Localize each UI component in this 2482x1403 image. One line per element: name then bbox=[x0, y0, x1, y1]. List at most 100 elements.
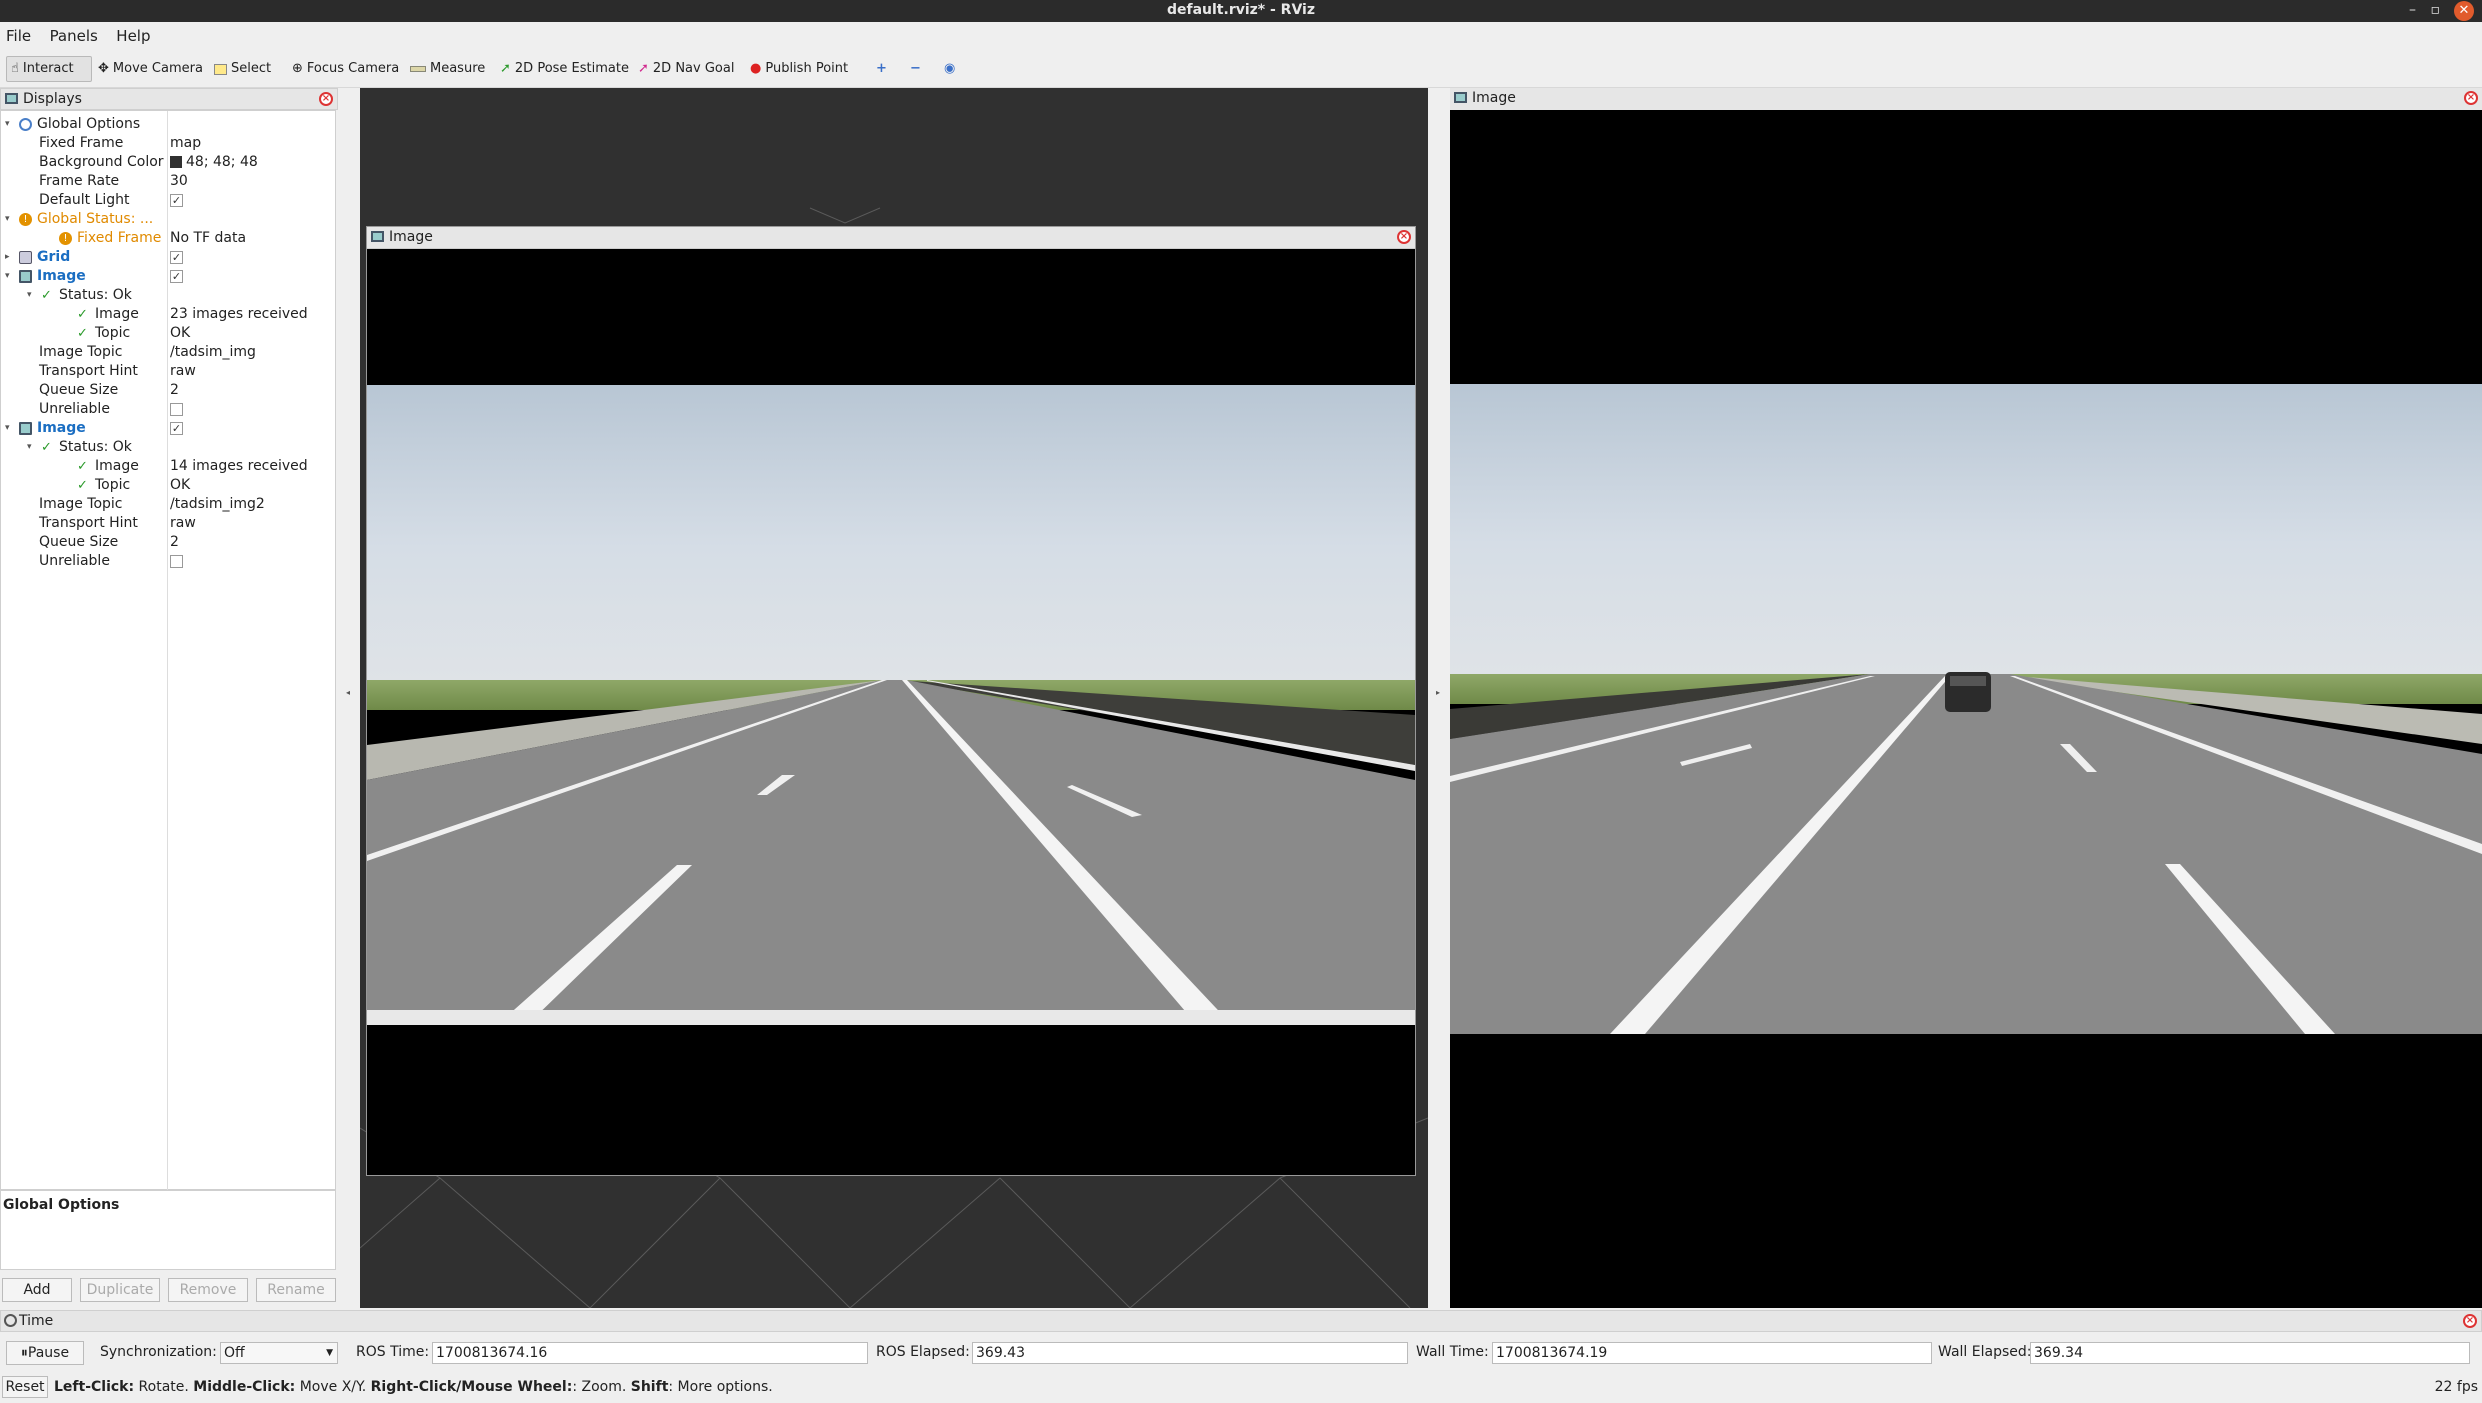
tool-publish-point[interactable]: ● Publish Point bbox=[746, 56, 852, 82]
display-row[interactable]: ▾ Global Options bbox=[1, 115, 335, 134]
ros-time-field[interactable]: 1700813674.16 bbox=[432, 1342, 868, 1364]
splitter-right[interactable]: ▸ bbox=[1428, 88, 1450, 1308]
display-row-value-cell[interactable]: OK bbox=[170, 476, 190, 495]
display-row-value-cell[interactable]: 30 bbox=[170, 172, 188, 191]
display-row-value-cell[interactable]: OK bbox=[170, 324, 190, 343]
display-row-value-cell[interactable]: /tadsim_img bbox=[170, 343, 256, 362]
eye-icon[interactable]: ◉ bbox=[940, 56, 959, 82]
display-row-value-cell[interactable]: 2 bbox=[170, 381, 179, 400]
display-row-value-cell[interactable]: No TF data bbox=[170, 229, 246, 248]
display-row-label: Image Topic bbox=[39, 344, 123, 360]
reset-button[interactable]: Reset bbox=[2, 1376, 48, 1398]
display-row-value-cell[interactable] bbox=[170, 400, 183, 419]
checkbox[interactable] bbox=[170, 554, 183, 568]
display-row-value-cell[interactable]: 48; 48; 48 bbox=[170, 153, 258, 172]
displays-panel-header: Displays × bbox=[0, 88, 338, 110]
plus-icon[interactable]: + bbox=[872, 56, 891, 82]
display-row[interactable]: Unreliable bbox=[1, 552, 335, 571]
display-row[interactable]: ✓ Topic OK bbox=[1, 324, 335, 343]
display-row[interactable]: Fixed Frame map bbox=[1, 134, 335, 153]
display-row[interactable]: Unreliable bbox=[1, 400, 335, 419]
close-panel-icon[interactable]: × bbox=[2464, 91, 2478, 105]
close-panel-icon[interactable]: × bbox=[319, 92, 333, 106]
menu-panels[interactable]: Panels bbox=[50, 27, 98, 45]
expand-arrow-icon[interactable]: ▾ bbox=[5, 115, 10, 134]
display-row-value-cell[interactable]: map bbox=[170, 134, 201, 153]
display-row[interactable]: ✓ Image 23 images received bbox=[1, 305, 335, 324]
display-row-value-cell[interactable] bbox=[170, 552, 183, 571]
display-row-value-cell[interactable]: 2 bbox=[170, 533, 179, 552]
display-row[interactable]: Transport Hint raw bbox=[1, 362, 335, 381]
display-row[interactable]: ▾ ✓ Status: Ok bbox=[1, 438, 335, 457]
tool-2d-pose-estimate[interactable]: ➚ 2D Pose Estimate bbox=[496, 56, 633, 82]
expand-arrow-icon[interactable]: ▾ bbox=[5, 210, 10, 229]
close-panel-icon[interactable]: × bbox=[2463, 1314, 2477, 1328]
render-view-3d[interactable]: Image × bbox=[360, 88, 1428, 1308]
ros-elapsed-field[interactable]: 369.43 bbox=[972, 1342, 1408, 1364]
maximize-icon[interactable]: ▫ bbox=[2431, 0, 2441, 20]
display-row[interactable]: ▾! Global Status: ... bbox=[1, 210, 335, 229]
tool-measure[interactable]: Measure bbox=[406, 56, 489, 82]
display-row-value-cell[interactable]: ✓ bbox=[170, 191, 183, 210]
add-button[interactable]: Add bbox=[2, 1278, 72, 1302]
display-row[interactable]: ! Fixed Frame No TF data bbox=[1, 229, 335, 248]
tool-2d-nav-goal[interactable]: ➚ 2D Nav Goal bbox=[634, 56, 738, 82]
display-row[interactable]: Frame Rate 30 bbox=[1, 172, 335, 191]
display-row-value: 23 images received bbox=[170, 306, 308, 322]
display-row[interactable]: ✓ Image 14 images received bbox=[1, 457, 335, 476]
rename-button[interactable]: Rename bbox=[256, 1278, 336, 1302]
menu-file[interactable]: File bbox=[6, 27, 31, 45]
minimize-icon[interactable]: – bbox=[2409, 0, 2416, 20]
expand-arrow-icon[interactable]: ▾ bbox=[27, 438, 32, 457]
pause-button[interactable]: ⏸Pause bbox=[6, 1341, 84, 1365]
checkbox[interactable]: ✓ bbox=[170, 421, 183, 435]
duplicate-button[interactable]: Duplicate bbox=[80, 1278, 160, 1302]
splitter-left[interactable]: ◂ bbox=[338, 88, 360, 1308]
checkbox[interactable]: ✓ bbox=[170, 193, 183, 207]
tool-move-camera[interactable]: ✥ Move Camera bbox=[94, 56, 207, 82]
display-row[interactable]: Queue Size 2 bbox=[1, 533, 335, 552]
display-row[interactable]: ▾ Image ✓ bbox=[1, 267, 335, 286]
display-row-value-cell[interactable]: ✓ bbox=[170, 267, 183, 286]
display-row-value: 14 images received bbox=[170, 458, 308, 474]
collapse-arrow-icon[interactable]: ▸ bbox=[5, 248, 10, 267]
checkbox[interactable]: ✓ bbox=[170, 269, 183, 283]
display-row-value-cell[interactable]: 14 images received bbox=[170, 457, 308, 476]
display-row[interactable]: Queue Size 2 bbox=[1, 381, 335, 400]
checkbox[interactable] bbox=[170, 402, 183, 416]
display-row[interactable]: Image Topic/tadsim_img2 bbox=[1, 495, 335, 514]
minus-icon[interactable]: − bbox=[906, 56, 925, 82]
display-row[interactable]: Image Topic/tadsim_img bbox=[1, 343, 335, 362]
checkmark-icon: ✓ bbox=[41, 288, 52, 303]
display-row-value-cell[interactable]: ✓ bbox=[170, 248, 183, 267]
expand-arrow-icon[interactable]: ▾ bbox=[5, 419, 10, 438]
display-row[interactable]: Default Light ✓ bbox=[1, 191, 335, 210]
display-row-label: Grid bbox=[37, 249, 71, 265]
tool-interact[interactable]: ☝ Interact bbox=[6, 56, 92, 82]
display-row[interactable]: ✓ Topic OK bbox=[1, 476, 335, 495]
display-row[interactable]: Background Color 48; 48; 48 bbox=[1, 153, 335, 172]
wall-time-field[interactable]: 1700813674.19 bbox=[1492, 1342, 1932, 1364]
display-row[interactable]: Transport Hint raw bbox=[1, 514, 335, 533]
close-window-icon[interactable]: ✕ bbox=[2454, 1, 2474, 21]
display-row[interactable]: ▾ ✓ Status: Ok bbox=[1, 286, 335, 305]
display-row-value-cell[interactable]: /tadsim_img2 bbox=[170, 495, 265, 514]
sync-label: Synchronization: bbox=[100, 1344, 217, 1360]
tool-select[interactable]: Select bbox=[210, 56, 275, 82]
menu-help[interactable]: Help bbox=[116, 27, 150, 45]
display-row-value-cell[interactable]: 23 images received bbox=[170, 305, 308, 324]
display-row-value-cell[interactable]: ✓ bbox=[170, 419, 183, 438]
expand-arrow-icon[interactable]: ▾ bbox=[5, 267, 10, 286]
display-row-value-cell[interactable]: raw bbox=[170, 362, 196, 381]
wall-elapsed-field[interactable]: 369.34 bbox=[2030, 1342, 2470, 1364]
remove-button[interactable]: Remove bbox=[168, 1278, 248, 1302]
display-row[interactable]: ▸ Grid ✓ bbox=[1, 248, 335, 267]
tool-focus-camera[interactable]: ⊕ Focus Camera bbox=[288, 56, 403, 82]
sync-select[interactable]: Off ▼ bbox=[220, 1342, 338, 1364]
expand-arrow-icon[interactable]: ▾ bbox=[27, 286, 32, 305]
color-swatch[interactable] bbox=[170, 156, 182, 168]
checkbox[interactable]: ✓ bbox=[170, 250, 183, 264]
display-row[interactable]: ▾ Image ✓ bbox=[1, 419, 335, 438]
close-panel-icon[interactable]: × bbox=[1397, 230, 1411, 244]
display-row-value-cell[interactable]: raw bbox=[170, 514, 196, 533]
